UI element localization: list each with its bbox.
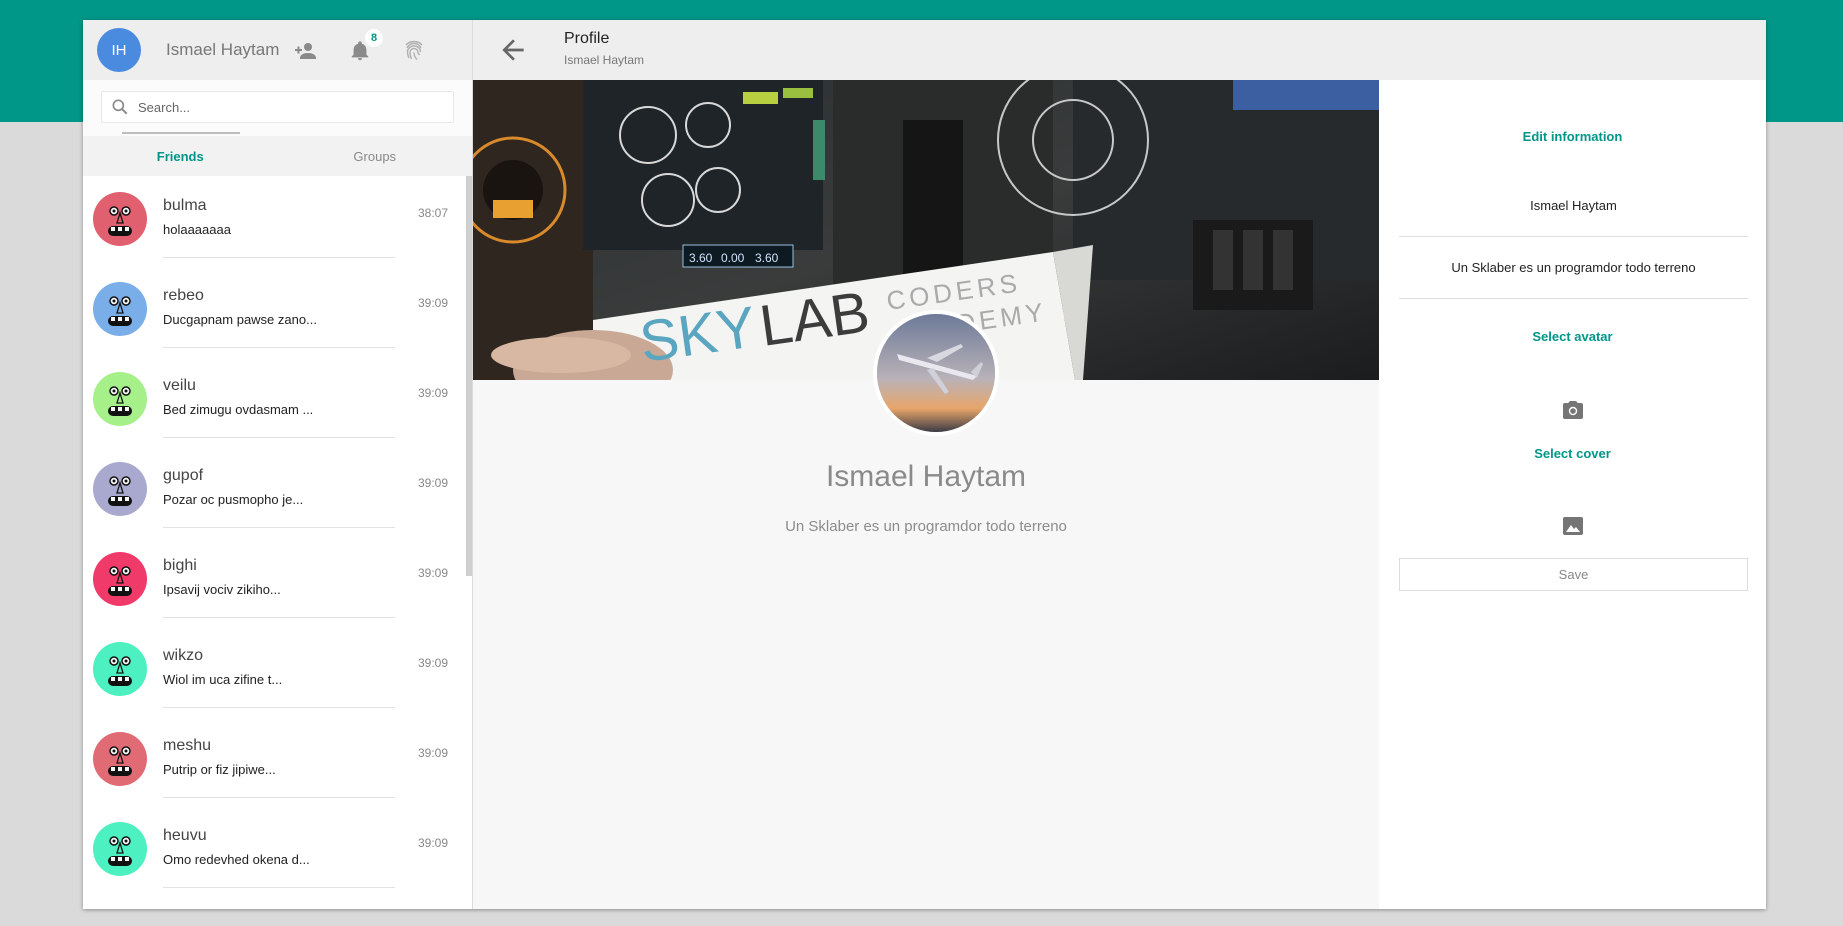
search-bar [83, 80, 472, 136]
camera-icon[interactable] [1379, 398, 1766, 422]
gauge-readout-2: 0.00 [721, 251, 745, 265]
gauge-readout-1: 3.60 [689, 251, 713, 265]
chat-list-item[interactable]: veilu Bed zimugu ovdasmam ... 39:09 [83, 356, 473, 446]
divider [163, 617, 395, 618]
page-subtitle: Ismael Haytam [564, 53, 645, 67]
edit-information-heading: Edit information [1522, 129, 1623, 144]
search-box [101, 91, 454, 123]
contact-avatar [93, 192, 147, 246]
message-time: 39:09 [417, 566, 448, 580]
scrollbar[interactable] [466, 176, 472, 576]
avatar-circle [93, 552, 147, 606]
tab-groups[interactable]: Groups [278, 136, 473, 176]
message-time: 39:09 [417, 296, 448, 310]
chat-list-item[interactable]: bulma holaaaaaaa 38:07 [83, 176, 473, 266]
contact-name: bighi [163, 557, 197, 574]
contact-name: rebeo [163, 287, 204, 304]
sidebar: IH Ismael Haytam 8 Friends [83, 20, 473, 909]
contact-avatar [93, 642, 147, 696]
page-title: Profile [564, 30, 610, 47]
last-message: Pozar oc pusmopho je... [163, 492, 304, 507]
message-time: 39:09 [417, 476, 448, 490]
contact-avatar [93, 282, 147, 336]
profile-bio: Un Sklaber es un programdor todo terreno [785, 518, 1067, 535]
contact-name: gupof [163, 467, 204, 484]
person-add-icon[interactable] [293, 38, 319, 64]
last-message: Ducgapnam pawse zano... [163, 312, 317, 327]
tab-bar: Friends Groups [83, 136, 472, 176]
avatar-circle [93, 372, 147, 426]
last-message: Ipsavij vociv zikiho... [163, 582, 281, 597]
chat-list-item[interactable]: wikzo Wiol im uca zifine t... 39:09 [83, 626, 473, 716]
select-avatar-heading: Select avatar [1532, 329, 1613, 344]
avatar-circle [93, 282, 147, 336]
contact-avatar [93, 372, 147, 426]
chat-list: bulma holaaaaaaa 38:07 rebeo Ducgapnam pawse… [83, 176, 473, 909]
last-message: Putrip or fiz jipiwe... [163, 762, 276, 777]
chat-list-item[interactable]: gupof Pozar oc pusmopho je... 39:09 [83, 446, 473, 536]
message-time: 39:09 [417, 386, 448, 400]
divider [163, 347, 395, 348]
message-time: 39:09 [417, 836, 448, 850]
contact-avatar [93, 822, 147, 876]
bio-field[interactable]: Un Sklaber es un programdor todo terreno [1399, 237, 1748, 299]
fingerprint-icon[interactable] [401, 38, 427, 64]
user-name: Ismael Haytam [166, 40, 280, 59]
avatar-circle [93, 732, 147, 786]
divider [163, 707, 395, 708]
select-cover-heading: Select cover [1534, 446, 1611, 461]
chat-list-item[interactable]: rebeo Ducgapnam pawse zano... 39:09 [83, 266, 473, 356]
chat-list-item[interactable]: heuvu Omo redevhed okena d... 39:09 [83, 806, 473, 896]
save-button[interactable]: Save [1399, 558, 1748, 591]
contact-name: bulma [163, 197, 207, 214]
divider [163, 527, 395, 528]
sidebar-header: IH Ismael Haytam 8 [83, 20, 472, 80]
avatar-circle [93, 642, 147, 696]
arrow-back-icon[interactable] [495, 32, 531, 68]
avatar-circle [93, 192, 147, 246]
last-message: Bed zimugu ovdasmam ... [163, 402, 314, 417]
name-field[interactable]: Ismael Haytam [1399, 175, 1748, 237]
divider [163, 437, 395, 438]
app-window: IH Ismael Haytam 8 Friends [83, 20, 1766, 909]
chat-list-item[interactable]: meshu Putrip or fiz jipiwe... 39:09 [83, 716, 473, 806]
user-avatar[interactable]: IH [97, 28, 141, 72]
contact-name: heuvu [163, 827, 207, 844]
divider [163, 797, 395, 798]
last-message: holaaaaaaa [163, 222, 231, 237]
edit-panel: Edit information Ismael Haytam Un Sklabe… [1379, 80, 1766, 909]
divider [163, 257, 395, 258]
contact-name: wikzo [163, 647, 204, 664]
profile-avatar [873, 310, 999, 436]
divider [163, 887, 395, 888]
gauge-readout-3: 3.60 [755, 251, 779, 265]
message-time: 39:09 [417, 746, 448, 760]
bell-icon[interactable]: 8 [347, 29, 383, 64]
contact-avatar [93, 552, 147, 606]
contact-name: meshu [163, 737, 212, 754]
message-time: 38:07 [417, 206, 448, 220]
last-message: Omo redevhed okena d... [163, 852, 310, 867]
avatar-circle [93, 822, 147, 876]
avatar-circle [93, 462, 147, 516]
profile-name: Ismael Haytam [825, 460, 1027, 493]
tab-friends[interactable]: Friends [83, 136, 278, 176]
contact-name: veilu [163, 377, 196, 394]
contact-avatar [93, 732, 147, 786]
search-underline [122, 132, 240, 134]
profile-topbar: Profile Ismael Haytam [473, 20, 1766, 80]
notification-badge: 8 [365, 29, 383, 47]
chat-list-item[interactable]: bighi Ipsavij vociv zikiho... 39:09 [83, 536, 473, 626]
message-time: 39:09 [417, 656, 448, 670]
search-icon [102, 97, 138, 117]
contact-avatar [93, 462, 147, 516]
search-input[interactable] [138, 99, 453, 115]
image-icon[interactable] [1379, 514, 1766, 538]
last-message: Wiol im uca zifine t... [163, 672, 283, 687]
